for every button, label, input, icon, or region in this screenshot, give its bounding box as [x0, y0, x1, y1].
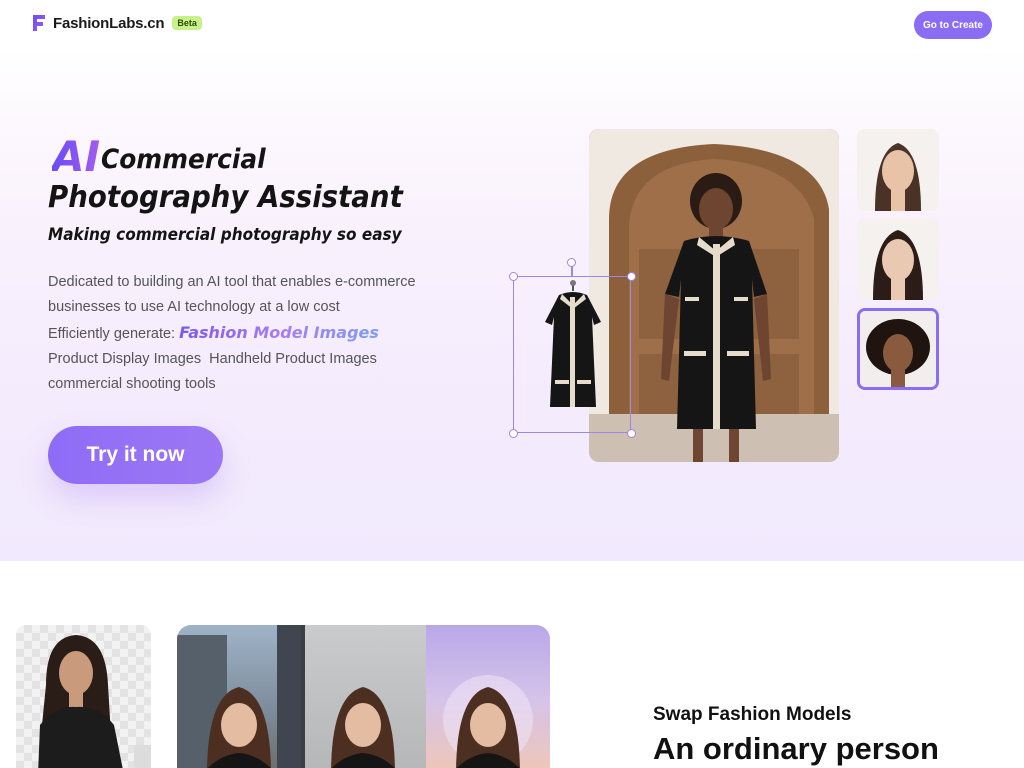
desc-line-3: Efficiently generate: Fashion Model Imag… [48, 320, 416, 347]
desc-line-1: Dedicated to building an AI tool that en… [48, 274, 416, 290]
swap-models-title: Swap Fashion Models [653, 704, 852, 725]
hero-subtitle: Making commercial photography so easy [48, 225, 402, 245]
beta-badge: Beta [172, 16, 202, 30]
features-section: Swap Fashion Models An ordinary person [0, 561, 1024, 768]
comparison-panel-sunset [425, 625, 550, 768]
desc-line-4: Product Display Images Handheld Product … [48, 351, 377, 367]
desc-line-3-prefix: Efficiently generate: [48, 326, 180, 342]
swap-models-heading: An ordinary person [653, 731, 939, 766]
hero-ai-word: AI [52, 132, 101, 181]
model-face-2[interactable] [857, 218, 939, 300]
hero-title-line1: Commercial [101, 144, 266, 175]
rotate-handle-line [571, 266, 573, 276]
fashionlabs-logo-icon [31, 13, 47, 33]
resize-handle-top-left[interactable] [509, 272, 518, 281]
hero-description: Dedicated to building an AI tool that en… [48, 270, 416, 397]
hero-section: AI Commercial Photography Assistant Maki… [0, 50, 1024, 561]
desc-line-2: businesses to use AI technology at a low… [48, 299, 340, 315]
fashion-model-images-highlight: Fashion Model Images [179, 323, 379, 342]
comparison-panel-city [177, 625, 302, 768]
go-to-create-button[interactable]: Go to Create [914, 11, 992, 39]
cutout-model-thumbnail [16, 625, 151, 768]
brand-name: FashionLabs.cn [53, 14, 165, 32]
comparison-panel-gray [301, 625, 426, 768]
top-nav: FashionLabs.cn Beta Go to Create [0, 0, 1024, 50]
resize-handle-bottom-right[interactable] [627, 429, 636, 438]
resize-handle-bottom-left[interactable] [509, 429, 518, 438]
garment-selection-box[interactable] [513, 276, 631, 433]
brand-logo[interactable]: FashionLabs.cn Beta [31, 13, 202, 33]
model-swap-comparison [177, 625, 550, 768]
hero-title-line2: Photography Assistant [48, 180, 403, 215]
model-face-3[interactable] [857, 308, 939, 390]
try-it-now-button[interactable]: Try it now [48, 426, 223, 484]
desc-line-5: commercial shooting tools [48, 376, 216, 392]
model-face-1[interactable] [857, 129, 939, 211]
resize-handle-top-right[interactable] [627, 272, 636, 281]
